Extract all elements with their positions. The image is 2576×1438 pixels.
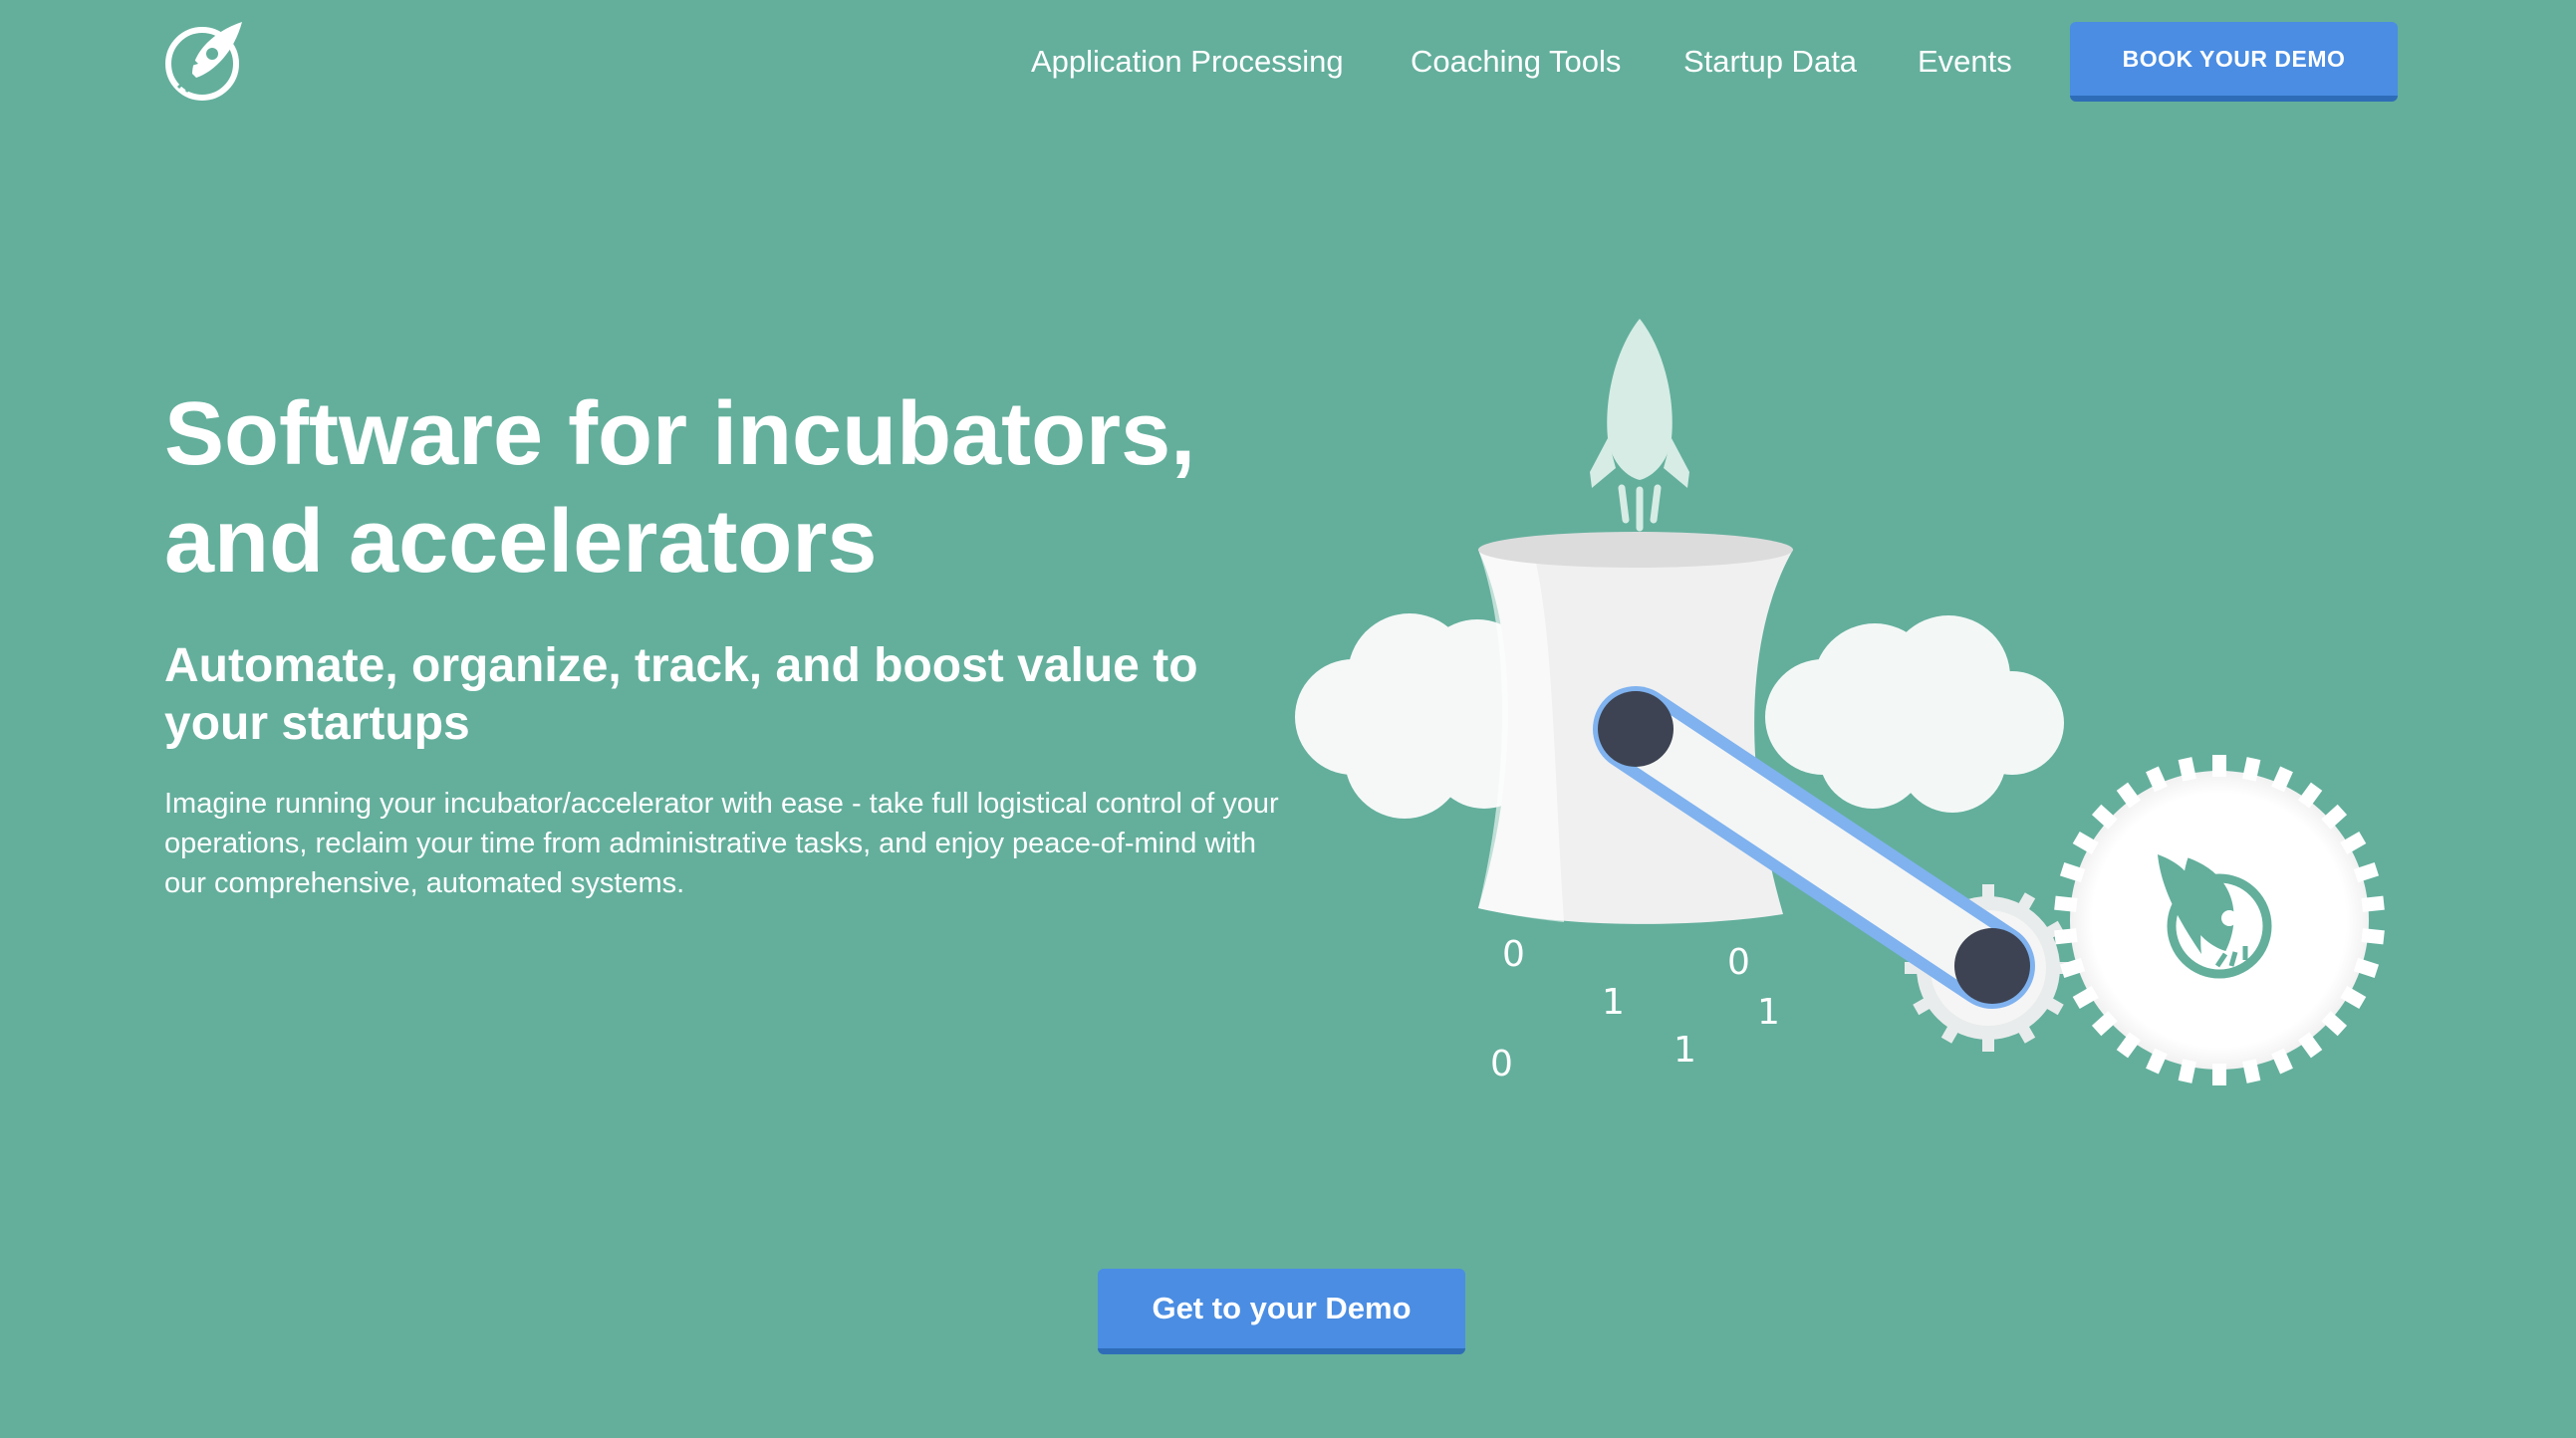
crank-knob: [1954, 928, 2030, 1004]
rocket-logo-icon[interactable]: [162, 18, 248, 104]
right-cloud: [1765, 615, 2064, 813]
binary-digit: 1: [1674, 1030, 1696, 1071]
rocket-icon: [1590, 319, 1689, 532]
nav-startup-data[interactable]: Startup Data: [1683, 40, 1857, 84]
nav-events[interactable]: Events: [1918, 40, 2012, 84]
hero-description: Imagine running your incubator/accelerat…: [164, 788, 1279, 899]
hero-subtitle: Automate, organize, track, and boost val…: [164, 639, 1198, 750]
large-gear: [2054, 755, 2385, 1085]
binary-digit: 0: [1502, 934, 1525, 975]
binary-digit: 1: [1757, 992, 1780, 1033]
book-demo-button[interactable]: BOOK YOUR DEMO: [2070, 22, 2398, 102]
hero-title-line2: and accelerators: [164, 492, 878, 592]
hero-title-line1: Software for incubators,: [164, 384, 1196, 484]
binary-digit: 1: [1602, 982, 1625, 1023]
nav-coaching-tools[interactable]: Coaching Tools: [1411, 40, 1621, 84]
hero-title: Software for incubators, and accelerator…: [164, 380, 1310, 596]
nav-application-processing[interactable]: Application Processing: [1031, 40, 1344, 84]
launch-machine-illustration: 0 1 0 1 0 1: [1295, 319, 2385, 1085]
get-demo-button[interactable]: Get to your Demo: [1098, 1269, 1465, 1354]
binary-digit: 0: [1727, 942, 1750, 983]
page: Application Processing Coaching Tools St…: [0, 0, 2576, 1438]
crank-knob: [1598, 691, 1674, 767]
binary-digit: 0: [1490, 1044, 1513, 1084]
